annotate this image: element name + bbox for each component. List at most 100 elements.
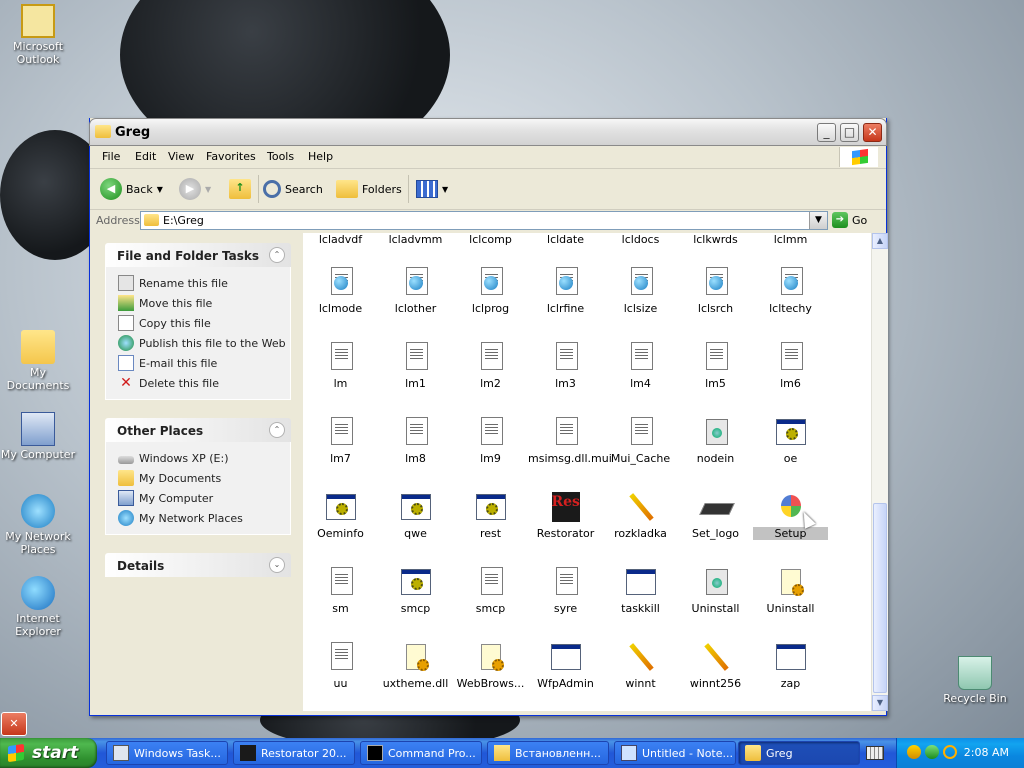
desktop-icon-internet-explorer[interactable]: Internet Explorer bbox=[0, 576, 76, 638]
desktop-icon-my-computer[interactable]: My Computer bbox=[0, 412, 76, 461]
file-item-label[interactable]: lclcomp bbox=[453, 233, 528, 246]
file-item[interactable]: lm6 bbox=[753, 341, 828, 390]
file-item[interactable]: winnt bbox=[603, 641, 678, 690]
file-item[interactable]: lcltechy bbox=[753, 266, 828, 315]
file-item[interactable]: uxtheme.dll bbox=[378, 641, 453, 690]
file-list-view[interactable]: lcladvdf lcladvmm lclcomp lcldate lcldoc… bbox=[303, 233, 871, 711]
file-item[interactable]: lclsrch bbox=[678, 266, 753, 315]
panel-header[interactable]: File and Folder Tasks ⌃ bbox=[105, 243, 291, 267]
taskbar-button-greg[interactable]: Greg bbox=[738, 741, 860, 765]
menu-tools[interactable]: Tools bbox=[267, 150, 294, 163]
start-button[interactable]: start bbox=[0, 738, 97, 768]
file-item[interactable]: Res Restorator bbox=[528, 491, 603, 540]
security-shield-icon[interactable] bbox=[907, 745, 921, 759]
place-my-documents[interactable]: My Documents bbox=[118, 468, 290, 488]
file-item[interactable]: taskkill bbox=[603, 566, 678, 615]
panel-header[interactable]: Other Places ⌃ bbox=[105, 418, 291, 442]
file-item[interactable]: qwe bbox=[378, 491, 453, 540]
expand-chevron-icon[interactable]: ⌄ bbox=[269, 557, 285, 573]
file-item[interactable]: lclrfine bbox=[528, 266, 603, 315]
file-item[interactable]: lm4 bbox=[603, 341, 678, 390]
address-input[interactable]: E:\Greg ▼ bbox=[140, 211, 828, 230]
file-item[interactable]: Set_logo bbox=[678, 491, 753, 540]
desktop-icon-network-places[interactable]: My Network Places bbox=[0, 494, 76, 556]
taskbar-button-command-prompt[interactable]: Command Pro... bbox=[360, 741, 482, 765]
network-icon[interactable] bbox=[925, 745, 939, 759]
file-item[interactable]: Mui_Cache bbox=[603, 416, 678, 465]
file-item[interactable]: msimsg.dll.mui bbox=[528, 416, 612, 465]
file-item[interactable]: rest bbox=[453, 491, 528, 540]
file-item[interactable]: oe bbox=[753, 416, 828, 465]
file-item[interactable]: lclsize bbox=[603, 266, 678, 315]
title-bar[interactable]: Greg _ □ ✕ bbox=[89, 118, 887, 146]
file-item-label[interactable]: lcladvmm bbox=[378, 233, 453, 246]
taskbar-button-notepad[interactable]: Untitled - Note... bbox=[614, 741, 736, 765]
task-email[interactable]: E-mail this file bbox=[118, 353, 290, 373]
file-item[interactable]: sm bbox=[303, 566, 378, 615]
taskbar-button-installed[interactable]: Встановленн... bbox=[487, 741, 609, 765]
menu-file[interactable]: File bbox=[102, 150, 120, 163]
taskbar-button-restorator[interactable]: Restorator 20... bbox=[233, 741, 355, 765]
place-my-computer[interactable]: My Computer bbox=[118, 488, 290, 508]
menu-help[interactable]: Help bbox=[308, 150, 333, 163]
file-item[interactable]: nodein bbox=[678, 416, 753, 465]
file-item[interactable]: WfpAdmin bbox=[528, 641, 603, 690]
file-item[interactable]: Oeminfo bbox=[303, 491, 378, 540]
file-item[interactable]: lm2 bbox=[453, 341, 528, 390]
file-item-label[interactable]: lcladvdf bbox=[303, 233, 378, 246]
file-item[interactable]: lm5 bbox=[678, 341, 753, 390]
scrollbar-thumb[interactable] bbox=[873, 503, 887, 693]
desktop-icon-recycle-bin[interactable]: Recycle Bin bbox=[937, 656, 1013, 705]
place-windows-xp-drive[interactable]: Windows XP (E:) bbox=[118, 448, 290, 468]
file-item[interactable]: rozkladka bbox=[603, 491, 678, 540]
file-item[interactable]: lm8 bbox=[378, 416, 453, 465]
views-button[interactable]: ▼ bbox=[416, 177, 448, 201]
maximize-button[interactable]: □ bbox=[840, 123, 859, 142]
collapse-chevron-icon[interactable]: ⌃ bbox=[269, 422, 285, 438]
file-item[interactable]: lclother bbox=[378, 266, 453, 315]
task-rename[interactable]: Rename this file bbox=[118, 273, 290, 293]
vertical-scrollbar[interactable]: ▲ ▼ bbox=[871, 233, 888, 711]
file-item-label[interactable]: lclkwrds bbox=[678, 233, 753, 246]
scroll-up-button[interactable]: ▲ bbox=[872, 233, 888, 249]
close-button[interactable]: ✕ bbox=[863, 123, 882, 142]
desktop-icon-outlook[interactable]: Microsoft Outlook bbox=[0, 4, 76, 66]
file-item[interactable]: lm3 bbox=[528, 341, 603, 390]
search-icon[interactable] bbox=[943, 745, 957, 759]
file-item[interactable]: lm9 bbox=[453, 416, 528, 465]
chevron-down-icon[interactable]: ▼ bbox=[157, 185, 163, 194]
folders-button[interactable]: Folders bbox=[336, 177, 402, 201]
file-item[interactable]: zap bbox=[753, 641, 828, 690]
file-item[interactable]: syre bbox=[528, 566, 603, 615]
file-item[interactable]: smcp bbox=[453, 566, 528, 615]
file-item[interactable]: lclprog bbox=[453, 266, 528, 315]
up-folder-button[interactable]: ↑ bbox=[229, 177, 251, 201]
menu-favorites[interactable]: Favorites bbox=[206, 150, 256, 163]
file-item-label[interactable]: lcldate bbox=[528, 233, 603, 246]
address-dropdown-button[interactable]: ▼ bbox=[809, 212, 827, 229]
desktop-icon-my-documents[interactable]: My Documents bbox=[0, 330, 76, 392]
task-copy[interactable]: Copy this file bbox=[118, 313, 290, 333]
file-item-label[interactable]: lcldocs bbox=[603, 233, 678, 246]
file-item[interactable]: Uninstall bbox=[678, 566, 753, 615]
task-move[interactable]: Move this file bbox=[118, 293, 290, 313]
file-item[interactable]: lm bbox=[303, 341, 378, 390]
place-my-network-places[interactable]: My Network Places bbox=[118, 508, 290, 528]
file-item[interactable]: WebBrows... bbox=[453, 641, 528, 690]
scroll-down-button[interactable]: ▼ bbox=[872, 695, 888, 711]
minimize-button[interactable]: _ bbox=[817, 123, 836, 142]
menu-edit[interactable]: Edit bbox=[135, 150, 156, 163]
file-item[interactable]: winnt256 bbox=[678, 641, 753, 690]
back-button[interactable]: ◀ Back ▼ bbox=[100, 177, 163, 201]
task-delete[interactable]: ✕ Delete this file bbox=[118, 373, 290, 393]
file-item-label[interactable]: lclmm bbox=[753, 233, 828, 246]
go-button[interactable]: ➔ Go bbox=[832, 212, 867, 228]
file-item[interactable]: smcp bbox=[378, 566, 453, 615]
taskbar-button-task-manager[interactable]: Windows Task... bbox=[106, 741, 228, 765]
search-button[interactable]: Search bbox=[263, 177, 323, 201]
file-item[interactable]: lm1 bbox=[378, 341, 453, 390]
collapse-chevron-icon[interactable]: ⌃ bbox=[269, 247, 285, 263]
forward-button[interactable]: ▶ ▼ bbox=[179, 177, 211, 201]
file-item[interactable]: lclmode bbox=[303, 266, 378, 315]
task-publish[interactable]: Publish this file to the Web bbox=[118, 333, 290, 353]
